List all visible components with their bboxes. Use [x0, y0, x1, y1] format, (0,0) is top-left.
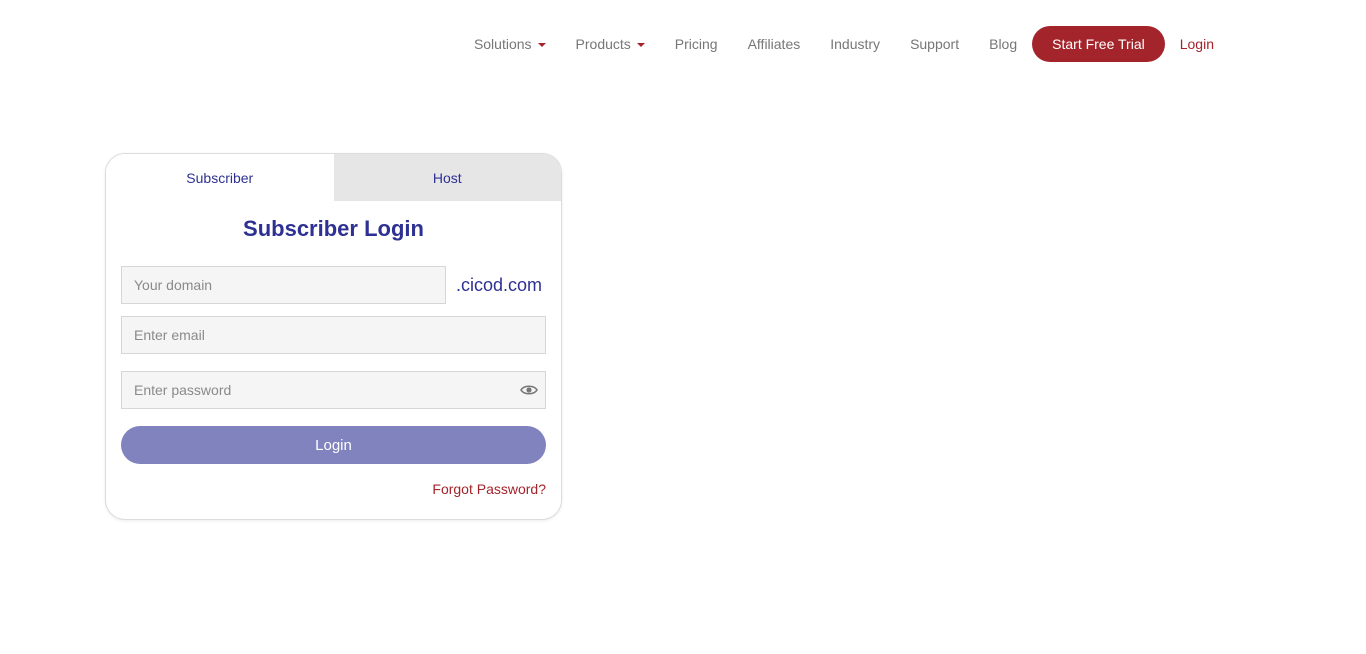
nav-item-pricing[interactable]: Pricing — [660, 26, 733, 62]
nav-item-products[interactable]: Products — [561, 26, 660, 62]
caret-down-icon — [537, 43, 546, 47]
nav-item-blog[interactable]: Blog — [974, 26, 1032, 62]
tab-subscriber[interactable]: Subscriber — [106, 154, 334, 201]
login-button[interactable]: Login — [121, 426, 546, 464]
nav-item-label: Industry — [830, 36, 881, 52]
password-field-wrapper — [121, 371, 546, 409]
eye-icon[interactable] — [520, 382, 538, 398]
nav-item-support[interactable]: Support — [895, 26, 974, 62]
nav-login-link[interactable]: Login — [1165, 26, 1214, 62]
domain-suffix: .cicod.com — [456, 275, 543, 295]
domain-input[interactable] — [121, 266, 446, 304]
nav-item-solutions[interactable]: Solutions — [459, 26, 561, 62]
nav-item-label: Affiliates — [747, 36, 801, 52]
nav-item-label: Blog — [989, 36, 1018, 52]
login-card: Subscriber Host Subscriber Login .cicod.… — [105, 153, 562, 520]
nav-item-label: Support — [910, 36, 960, 52]
email-input[interactable] — [121, 316, 546, 354]
login-tabs: Subscriber Host — [106, 154, 561, 201]
nav-item-industry[interactable]: Industry — [815, 26, 895, 62]
nav-item-label: Products — [575, 36, 631, 52]
forgot-password-link[interactable]: Forgot Password? — [432, 481, 546, 497]
password-input[interactable] — [121, 371, 546, 409]
nav-item-label: Solutions — [473, 36, 532, 52]
nav-item-label: Pricing — [674, 36, 718, 52]
page: Solutions Products Pricing Affiliates In… — [0, 0, 1366, 654]
nav-item-affiliates[interactable]: Affiliates — [733, 26, 816, 62]
top-navigation: Solutions Products Pricing Affiliates In… — [459, 26, 1214, 62]
caret-down-icon — [636, 43, 645, 47]
start-free-trial-button[interactable]: Start Free Trial — [1032, 26, 1165, 62]
login-title: Subscriber Login — [243, 216, 424, 241]
tab-host[interactable]: Host — [333, 154, 561, 201]
